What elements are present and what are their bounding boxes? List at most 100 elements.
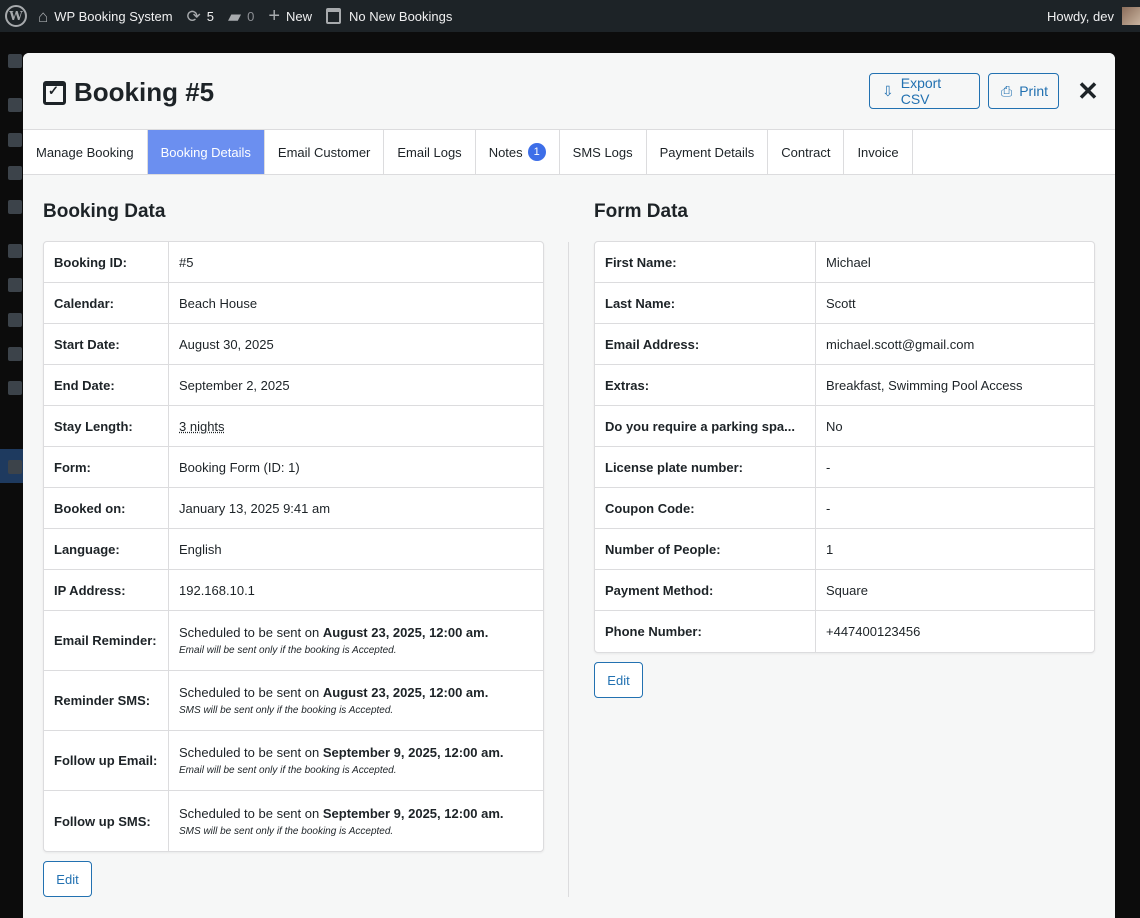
row-label: Follow up SMS: bbox=[44, 791, 169, 851]
form-data-title: Form Data bbox=[594, 201, 688, 222]
tab-bar: Manage Booking Booking Details Email Custo… bbox=[23, 130, 1115, 175]
comments-icon bbox=[8, 200, 22, 214]
row-label: Do you require a parking spa... bbox=[595, 406, 816, 446]
row-label: Stay Length: bbox=[44, 406, 169, 446]
schedule-note: SMS will be sent only if the booking is … bbox=[179, 705, 394, 716]
calendar-check-icon bbox=[43, 80, 66, 105]
table-row: Extras: Breakfast, Swimming Pool Access bbox=[595, 365, 1094, 406]
export-csv-button[interactable]: ⇩ Export CSV bbox=[869, 73, 980, 109]
avatar bbox=[1122, 7, 1140, 25]
bookings-link[interactable]: No New Bookings bbox=[319, 0, 459, 32]
row-value: No bbox=[816, 406, 1094, 446]
table-row: Calendar: Beach House bbox=[44, 283, 543, 324]
schedule-text: Scheduled to be sent on August 23, 2025,… bbox=[179, 685, 533, 700]
table-row: Payment Method: Square bbox=[595, 570, 1094, 611]
wordpress-logo-icon[interactable]: W bbox=[5, 5, 27, 27]
row-value: January 13, 2025 9:41 am bbox=[169, 488, 543, 528]
row-label-text: Phone Number: bbox=[605, 624, 702, 639]
posts-icon bbox=[8, 98, 22, 112]
comment-icon: ▰ bbox=[228, 6, 242, 26]
schedule-note: SMS will be sent only if the booking is … bbox=[179, 825, 394, 837]
tab-label: Notes bbox=[488, 144, 523, 160]
comments-link[interactable]: ▰ 0 bbox=[221, 0, 261, 32]
tab-label: Booking Details bbox=[160, 144, 251, 160]
schedule-prefix: Scheduled to be sent on bbox=[179, 745, 320, 760]
table-row: Number of People: 1 bbox=[595, 529, 1094, 570]
schedule-date: August 23, 2025, 12:00 am. bbox=[322, 685, 489, 700]
updates-count: 5 bbox=[206, 8, 215, 24]
tab-booking-details[interactable]: Booking Details bbox=[147, 130, 265, 174]
schedule-text: Scheduled to be sent on August 23, 2025,… bbox=[179, 625, 533, 640]
table-row: Start Date: August 30, 2025 bbox=[44, 324, 543, 365]
tab-label: Email Customer bbox=[277, 144, 371, 160]
updates-link[interactable]: ⟳ 5 bbox=[180, 0, 221, 32]
export-icon: ⇩ bbox=[882, 82, 894, 99]
updates-icon: ⟳ bbox=[186, 6, 201, 26]
form-edit-button[interactable]: Edit bbox=[594, 662, 643, 698]
modal-title-text: Booking #5 bbox=[74, 77, 215, 107]
row-label: Last Name: bbox=[595, 283, 816, 323]
row-label: Phone Number: bbox=[595, 611, 816, 652]
row-value-text: English bbox=[179, 541, 222, 557]
row-value-text: #5 bbox=[179, 254, 194, 270]
booking-edit-button[interactable]: Edit bbox=[43, 861, 92, 897]
tab-label: Manage Booking bbox=[36, 144, 134, 160]
tab-label: Payment Details bbox=[659, 144, 755, 160]
table-row: Form: Booking Form (ID: 1) bbox=[44, 447, 543, 488]
row-value-text: Booking Form (ID: 1) bbox=[179, 459, 300, 475]
tab-email-customer[interactable]: Email Customer bbox=[264, 130, 385, 174]
schedule-text: Scheduled to be sent on September 9, 202… bbox=[179, 806, 533, 821]
tab-manage-booking[interactable]: Manage Booking bbox=[23, 130, 148, 174]
schedule-text: Scheduled to be sent on September 9, 202… bbox=[179, 745, 533, 760]
home-icon: ⌂ bbox=[38, 6, 49, 26]
tab-email-logs[interactable]: Email Logs bbox=[384, 130, 476, 174]
pages-icon bbox=[8, 166, 22, 180]
schedule-prefix: Scheduled to be sent on bbox=[179, 685, 320, 700]
close-button[interactable]: ✕ bbox=[1076, 76, 1100, 106]
row-label-text: Do you require a parking spa... bbox=[605, 418, 795, 434]
row-value-text: - bbox=[826, 459, 831, 475]
tab-sms-logs[interactable]: SMS Logs bbox=[559, 130, 647, 174]
row-value-text: - bbox=[826, 500, 831, 516]
schedule-date: September 9, 2025, 12:00 am. bbox=[322, 745, 504, 760]
printer-icon: ⎙ bbox=[1001, 82, 1013, 99]
table-row: First Name: Michael bbox=[595, 242, 1094, 283]
tab-payment-details[interactable]: Payment Details bbox=[646, 130, 769, 174]
row-label: First Name: bbox=[595, 242, 816, 282]
media-icon bbox=[8, 133, 22, 147]
calendar-icon bbox=[326, 8, 342, 24]
booking-data-title: Booking Data bbox=[43, 201, 166, 222]
row-value-text: September 2, 2025 bbox=[179, 377, 290, 393]
booking-modal: Booking #5 ⇩ Export CSV ⎙ Print ✕ Manage… bbox=[23, 53, 1115, 918]
row-label: Calendar: bbox=[44, 283, 169, 323]
comments-count: 0 bbox=[247, 8, 255, 24]
print-button[interactable]: ⎙ Print bbox=[988, 73, 1059, 109]
row-value: +447400123456 bbox=[816, 611, 1094, 652]
row-label: Email Address: bbox=[595, 324, 816, 364]
row-label: Follow up Email: bbox=[44, 731, 169, 790]
table-row: Phone Number: +447400123456 bbox=[595, 611, 1094, 652]
row-label: Booked on: bbox=[44, 488, 169, 528]
row-value: #5 bbox=[169, 242, 543, 282]
row-value: Scheduled to be sent on September 9, 202… bbox=[169, 791, 543, 851]
table-row: Last Name: Scott bbox=[595, 283, 1094, 324]
booking-calendar-icon bbox=[8, 460, 22, 474]
tab-notes[interactable]: Notes 1 bbox=[475, 130, 560, 174]
export-csv-label: Export CSV bbox=[900, 75, 942, 107]
row-value-text: Breakfast, Swimming Pool Access bbox=[826, 377, 1023, 393]
row-value-text: 192.168.10.1 bbox=[179, 582, 255, 598]
site-name-link[interactable]: ⌂ WP Booking System bbox=[31, 0, 180, 32]
tab-invoice[interactable]: Invoice bbox=[844, 130, 913, 174]
row-label-text: Extras: bbox=[605, 377, 650, 393]
row-label: Extras: bbox=[595, 365, 816, 405]
table-row: Coupon Code: - bbox=[595, 488, 1094, 529]
dashboard-icon bbox=[8, 54, 22, 68]
tab-contract[interactable]: Contract bbox=[768, 130, 845, 174]
table-row: Language: English bbox=[44, 529, 543, 570]
row-value: English bbox=[169, 529, 543, 569]
account-menu[interactable]: Howdy, dev bbox=[1040, 0, 1140, 32]
schedule-note: Email will be sent only if the booking i… bbox=[179, 645, 397, 656]
new-content-link[interactable]: + New bbox=[261, 0, 319, 32]
row-label: Email Reminder: bbox=[44, 611, 169, 670]
table-row: License plate number: - bbox=[595, 447, 1094, 488]
